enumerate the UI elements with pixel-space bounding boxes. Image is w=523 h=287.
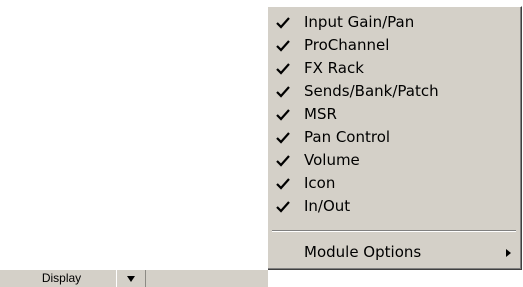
display-toolbar: Display xyxy=(0,269,268,287)
menu-item-label: Module Options xyxy=(304,243,422,261)
checkmark-icon xyxy=(276,40,290,52)
menu-item-volume[interactable]: Volume xyxy=(268,149,520,172)
chevron-down-icon xyxy=(127,276,135,282)
display-button[interactable]: Display xyxy=(7,270,117,287)
checkmark-icon xyxy=(276,178,290,190)
display-dropdown-button[interactable] xyxy=(118,270,146,287)
menu-item-icon[interactable]: Icon xyxy=(268,172,520,195)
menu-item-pan-control[interactable]: Pan Control xyxy=(268,126,520,149)
menu-item-label: In/Out xyxy=(304,197,351,215)
menu-item-prochannel[interactable]: ProChannel xyxy=(268,34,520,57)
menu-item-label: ProChannel xyxy=(304,36,390,54)
checkmark-icon xyxy=(276,86,290,98)
menu-item-in-out[interactable]: In/Out xyxy=(268,195,520,218)
menu-item-msr[interactable]: MSR xyxy=(268,103,520,126)
menu-item-fx-rack[interactable]: FX Rack xyxy=(268,57,520,80)
screen: Input Gain/Pan ProChannel FX Rack Sends/… xyxy=(0,0,523,287)
checkmark-icon xyxy=(276,132,290,144)
checkmark-icon xyxy=(276,17,290,29)
menu-item-label: Input Gain/Pan xyxy=(304,13,415,31)
checkmark-icon xyxy=(276,155,290,167)
checkmark-icon xyxy=(276,109,290,121)
checkmark-icon xyxy=(276,63,290,75)
checkmark-icon xyxy=(276,201,290,213)
menu-separator xyxy=(272,230,516,232)
menu-item-label: Sends/Bank/Patch xyxy=(304,82,439,100)
menu-item-label: Icon xyxy=(304,174,336,192)
menu-item-sends-bank-patch[interactable]: Sends/Bank/Patch xyxy=(268,80,520,103)
menu-item-label: MSR xyxy=(304,105,337,123)
menu-item-input-gain-pan[interactable]: Input Gain/Pan xyxy=(268,11,520,34)
menu-item-label: FX Rack xyxy=(304,59,364,77)
menu-item-label: Volume xyxy=(304,151,360,169)
menu-item-label: Pan Control xyxy=(304,128,391,146)
display-options-menu: Input Gain/Pan ProChannel FX Rack Sends/… xyxy=(266,6,522,270)
menu-item-module-options[interactable]: Module Options xyxy=(268,241,520,264)
chevron-right-icon xyxy=(506,249,511,257)
